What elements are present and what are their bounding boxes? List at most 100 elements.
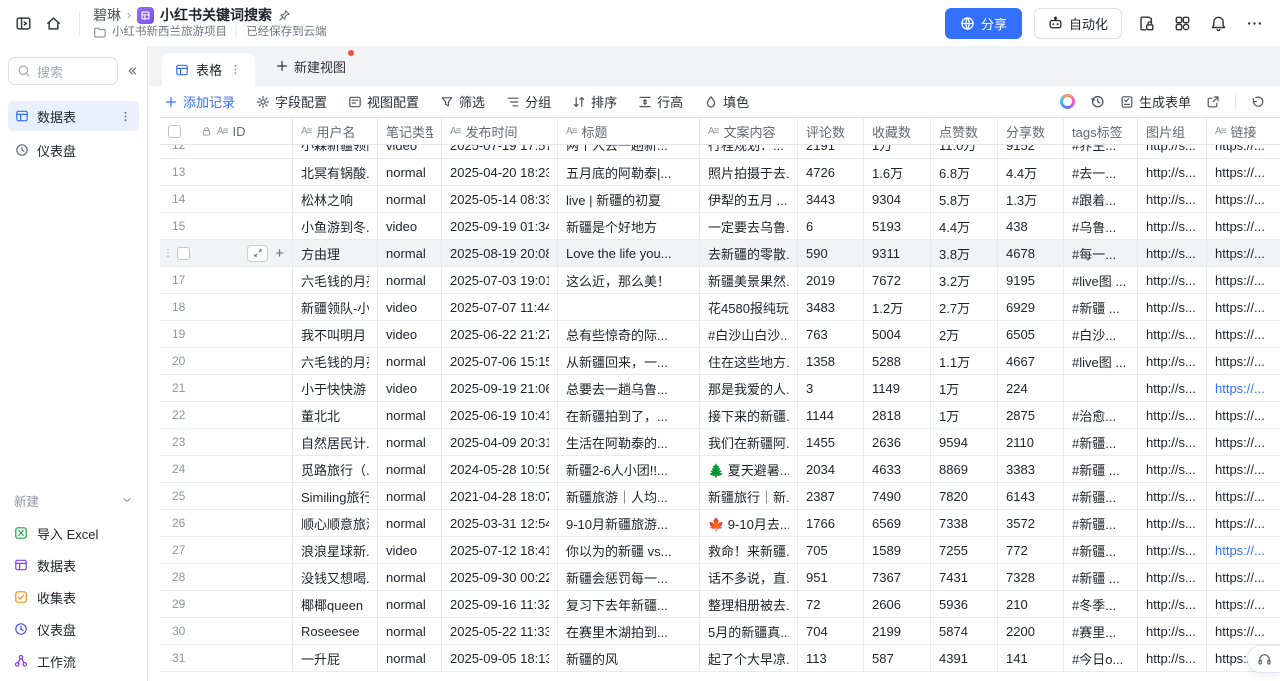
- cell-tags[interactable]: [1064, 375, 1138, 401]
- cell-title[interactable]: 总有些惊奇的际...: [558, 321, 700, 347]
- column-header-4[interactable]: A≡标题: [558, 118, 700, 144]
- cell-likes[interactable]: 6.8万: [931, 159, 998, 185]
- cell-favorites[interactable]: 1.2万: [864, 294, 931, 320]
- cell-favorites[interactable]: 4633: [864, 456, 931, 482]
- cell-title[interactable]: 新疆2-6人小团!!...: [558, 456, 700, 482]
- cell-images[interactable]: http://s...: [1138, 348, 1207, 374]
- cell-user[interactable]: Roseesee: [293, 618, 378, 644]
- cell-comments[interactable]: 2034: [798, 456, 864, 482]
- cell-shares[interactable]: 224: [998, 375, 1064, 401]
- cell-time[interactable]: 2025-09-19 01:34:08: [442, 213, 558, 239]
- table-row[interactable]: 17六毛钱的月亮normal2025-07-03 19:01:24这么近，那么美…: [160, 267, 1280, 294]
- cell-link[interactable]: https://...: [1207, 456, 1280, 482]
- sidebar-toggle-icon[interactable]: [10, 10, 36, 36]
- collapse-sidebar-icon[interactable]: [125, 64, 139, 78]
- cell-user[interactable]: 小于快快游: [293, 375, 378, 401]
- cell-comments[interactable]: 4726: [798, 159, 864, 185]
- cell-time[interactable]: 2025-09-05 18:13:58: [442, 645, 558, 671]
- cell-shares[interactable]: 3572: [998, 510, 1064, 536]
- cell-link[interactable]: https://...: [1207, 186, 1280, 212]
- cell-favorites[interactable]: 1.6万: [864, 159, 931, 185]
- cell-content[interactable]: 🍁 9-10月去...: [700, 510, 798, 536]
- cell-content[interactable]: 救命！来新疆...: [700, 537, 798, 563]
- cell-link[interactable]: https://...: [1207, 591, 1280, 617]
- toolbar-group-button[interactable]: 分组: [506, 92, 551, 111]
- cell-type[interactable]: video: [378, 375, 442, 401]
- expand-record-button[interactable]: [247, 245, 268, 262]
- toolbar-funnel-button[interactable]: 筛选: [440, 92, 485, 111]
- cell-type[interactable]: normal: [378, 618, 442, 644]
- cell-images[interactable]: http://s...: [1138, 645, 1207, 671]
- table-row[interactable]: 24觅路旅行（...normal2024-05-28 10:56:26新疆2-6…: [160, 456, 1280, 483]
- cell-tags[interactable]: #养生...: [1064, 145, 1138, 158]
- cell-favorites[interactable]: 2199: [864, 618, 931, 644]
- table-row[interactable]: ⋮⋮+方由理normal2025-08-19 20:08:22Love the …: [160, 240, 1280, 267]
- cell-shares[interactable]: 6143: [998, 483, 1064, 509]
- cell-user[interactable]: 小森新疆领队: [293, 145, 378, 158]
- cell-link[interactable]: https://...: [1207, 564, 1280, 590]
- table-row[interactable]: 23自然居民计...normal2025-04-09 20:31:31生活在阿勒…: [160, 429, 1280, 456]
- cell-tags[interactable]: #白沙...: [1064, 321, 1138, 347]
- cell-link[interactable]: https://...: [1207, 483, 1280, 509]
- project-name[interactable]: 小红书新西兰旅游项目: [112, 25, 227, 39]
- cell-images[interactable]: http://s...: [1138, 186, 1207, 212]
- row-index-cell[interactable]: 17: [160, 267, 293, 293]
- cell-favorites[interactable]: 2606: [864, 591, 931, 617]
- cell-tags[interactable]: #新疆 ...: [1064, 564, 1138, 590]
- toolbar-plus-button[interactable]: 添加记录: [164, 92, 235, 111]
- cell-time[interactable]: 2025-07-03 19:01:24: [442, 267, 558, 293]
- cell-shares[interactable]: 438: [998, 213, 1064, 239]
- cell-time[interactable]: 2025-09-30 00:22:48: [442, 564, 558, 590]
- search-input[interactable]: 搜索: [8, 57, 118, 85]
- cell-favorites[interactable]: 2818: [864, 402, 931, 428]
- bell-icon[interactable]: [1206, 11, 1230, 35]
- cell-title[interactable]: 从新疆回来，一...: [558, 348, 700, 374]
- cell-title[interactable]: live | 新疆的初夏: [558, 186, 700, 212]
- cell-favorites[interactable]: 6569: [864, 510, 931, 536]
- cell-content[interactable]: 去新疆的零散...: [700, 240, 798, 266]
- cell-title[interactable]: 五月底的阿勒泰|...: [558, 159, 700, 185]
- cell-favorites[interactable]: 9311: [864, 240, 931, 266]
- cell-likes[interactable]: 1万: [931, 402, 998, 428]
- cell-time[interactable]: 2021-04-28 18:07:37: [442, 483, 558, 509]
- cell-link[interactable]: https://...: [1207, 375, 1280, 401]
- cell-user[interactable]: 没钱又想喝...: [293, 564, 378, 590]
- table-row[interactable]: 27浪浪星球新...video2025-07-12 18:41:02你以为的新疆…: [160, 537, 1280, 564]
- cell-shares[interactable]: 4678: [998, 240, 1064, 266]
- column-header-id[interactable]: A≡ID: [160, 118, 293, 144]
- cell-time[interactable]: 2024-05-28 10:56:26: [442, 456, 558, 482]
- cell-time[interactable]: 2025-09-19 21:06:07: [442, 375, 558, 401]
- more-ellipsis-icon[interactable]: [1242, 11, 1266, 35]
- cell-time[interactable]: 2025-05-22 11:33:46: [442, 618, 558, 644]
- cell-shares[interactable]: 9195: [998, 267, 1064, 293]
- cell-tags[interactable]: #跟着...: [1064, 186, 1138, 212]
- row-index-cell[interactable]: 27: [160, 537, 293, 563]
- cell-type[interactable]: normal: [378, 429, 442, 455]
- new-view-button[interactable]: 新建视图: [275, 57, 352, 76]
- cell-comments[interactable]: 3483: [798, 294, 864, 320]
- cell-link[interactable]: https://...: [1207, 321, 1280, 347]
- toolbar-fill-color-button[interactable]: 填色: [704, 92, 749, 111]
- cell-shares[interactable]: 772: [998, 537, 1064, 563]
- cell-shares[interactable]: 2875: [998, 402, 1064, 428]
- doc-lock-icon[interactable]: [1134, 11, 1158, 35]
- row-index-cell[interactable]: 19: [160, 321, 293, 347]
- cell-tags[interactable]: #今日o...: [1064, 645, 1138, 671]
- cell-favorites[interactable]: 587: [864, 645, 931, 671]
- row-index-cell[interactable]: 28: [160, 564, 293, 590]
- cell-title[interactable]: 9-10月新疆旅游...: [558, 510, 700, 536]
- sidebar-item-dashboard-clock[interactable]: 仪表盘: [8, 135, 139, 165]
- cell-favorites[interactable]: 1589: [864, 537, 931, 563]
- cell-images[interactable]: http://s...: [1138, 564, 1207, 590]
- row-index-cell[interactable]: 25: [160, 483, 293, 509]
- cell-likes[interactable]: 2.7万: [931, 294, 998, 320]
- column-header-9[interactable]: 分享数: [998, 118, 1064, 144]
- table-row[interactable]: 12小森新疆领队video2025-07-19 17:57:21两个人去一趟新.…: [160, 145, 1280, 159]
- table-row[interactable]: 14松林之响normal2025-05-14 08:33:11live | 新疆…: [160, 186, 1280, 213]
- cell-type[interactable]: normal: [378, 645, 442, 671]
- cell-type[interactable]: normal: [378, 564, 442, 590]
- cell-comments[interactable]: 590: [798, 240, 864, 266]
- cell-images[interactable]: http://s...: [1138, 375, 1207, 401]
- cell-type[interactable]: normal: [378, 348, 442, 374]
- cell-favorites[interactable]: 7367: [864, 564, 931, 590]
